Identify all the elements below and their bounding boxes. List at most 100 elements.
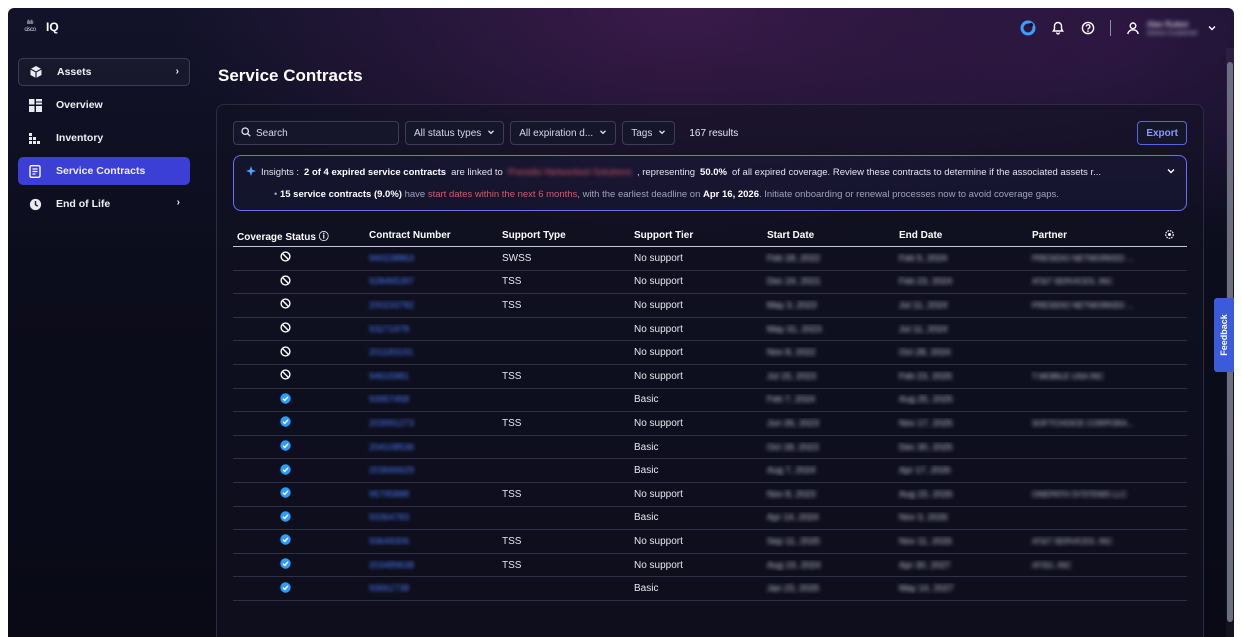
- support-tier-cell: No support: [634, 323, 683, 335]
- partner-name: SOFTCHOICE CORPORA...: [1032, 418, 1134, 428]
- contract-number-link[interactable]: 203489638: [369, 560, 414, 570]
- chevron-down-icon[interactable]: [1204, 20, 1220, 36]
- logo[interactable]: ılıılı cisco IQ: [20, 20, 59, 34]
- table-row[interactable]: 200233782 TSS No support May 3, 2023 Jul 11,…: [233, 294, 1187, 318]
- support-tier-cell: Basic: [634, 512, 659, 524]
- table-row[interactable]: 203489638 TSS No support Aug 19, 2024 Apr 30…: [233, 554, 1187, 578]
- table-row[interactable]: 203991273 TSS No support Jun 26, 2023 Nov 17…: [233, 412, 1187, 436]
- contract-number-link[interactable]: 93957458: [369, 394, 409, 404]
- tags-filter[interactable]: Tags: [622, 121, 676, 145]
- table-row[interactable]: 201183191 No support Nov 8, 2022 Oct 28, 20…: [233, 341, 1187, 365]
- contract-number-link[interactable]: 940238863: [369, 253, 414, 263]
- column-header-coverage-status[interactable]: Coverage Status ⓘ: [233, 228, 365, 243]
- no-coverage-icon: [279, 251, 291, 265]
- contract-number-cell: 204108536: [365, 442, 498, 453]
- column-header-end-date[interactable]: End Date: [895, 230, 1028, 241]
- start-date-cell: Sep 11, 2025: [763, 536, 895, 547]
- column-header-partner[interactable]: Partner: [1028, 230, 1160, 241]
- table-row[interactable]: 95795888 TSS No support Nov 8, 2023 Aug 15, …: [233, 483, 1187, 507]
- contract-number-link[interactable]: 93271978: [369, 324, 409, 334]
- contract-number-link[interactable]: 201183191: [369, 347, 413, 357]
- contract-number-link[interactable]: 95795888: [369, 489, 409, 499]
- table-row[interactable]: 93364783 Basic Apr 14, 2024 Nov 3, 2026: [233, 507, 1187, 531]
- start-date-cell: Nov 8, 2022: [763, 347, 895, 358]
- app-name: IQ: [46, 20, 59, 34]
- table-row[interactable]: 203666629 Basic Aug 7, 2024 Apr 17, 2026: [233, 459, 1187, 483]
- support-tier-cell: No support: [634, 347, 683, 359]
- contract-number-link[interactable]: 204108536: [369, 442, 414, 452]
- results-count: 167 results: [689, 127, 739, 139]
- user-icon: [1125, 20, 1141, 36]
- contract-number-link[interactable]: 93364783: [369, 512, 409, 522]
- check-circle-icon: [279, 440, 291, 454]
- contract-number-link[interactable]: 928465397: [369, 276, 414, 286]
- table-row[interactable]: 940238863 SWSS No support Feb 18, 2022 Feb 5…: [233, 247, 1187, 271]
- user-info: Alan Rubior Demo Customer: [1147, 20, 1198, 37]
- feedback-tab[interactable]: Feedback: [1214, 298, 1234, 372]
- table-row[interactable]: 928465397 TSS No support Dec 24, 2021 Feb 23…: [233, 271, 1187, 295]
- end-date: Nov 17, 2025: [899, 417, 953, 428]
- column-header-support-type[interactable]: Support Type: [498, 230, 630, 241]
- bell-icon[interactable]: [1050, 20, 1066, 36]
- expiration-filter[interactable]: All expiration d...: [510, 121, 617, 145]
- end-date: Jul 11, 2024: [899, 323, 948, 334]
- sidebar-item-overview[interactable]: Overview: [18, 91, 190, 119]
- table-row[interactable]: 93271978 No support May 31, 2023 Jul 11, 20…: [233, 318, 1187, 342]
- coverage-status-cell: [233, 298, 365, 312]
- table-row[interactable]: 94615981 TSS No support Jul 15, 2023 Feb 23,…: [233, 365, 1187, 389]
- help-icon[interactable]: [1080, 20, 1096, 36]
- end-date-cell: Apr 30, 2027: [895, 560, 1028, 571]
- support-tier-cell: Basic: [634, 465, 659, 477]
- insight-partner-link[interactable]: Presidio Networked Solutions: [508, 167, 632, 178]
- insight-highlight: start dates within the next 6 months: [427, 189, 578, 200]
- contract-number-link[interactable]: 93649306: [369, 536, 409, 546]
- contract-number-link[interactable]: 93661738: [369, 583, 409, 593]
- table-row[interactable]: 93957458 Basic Feb 7, 2024 Aug 25, 2025: [233, 389, 1187, 413]
- partner-cell: ATSG, INC: [1028, 560, 1160, 571]
- table-row[interactable]: 93661738 Basic Jan 23, 2025 May 14, 2027: [233, 577, 1187, 601]
- chevron-down-icon: [599, 128, 607, 139]
- contract-number-cell: 940238863: [365, 253, 498, 264]
- info-icon[interactable]: ⓘ: [319, 232, 329, 243]
- column-header-support-tier[interactable]: Support Tier: [630, 230, 763, 241]
- end-date: Jul 11, 2024: [899, 299, 948, 310]
- tags-filter-label: Tags: [631, 127, 653, 139]
- contract-number-link[interactable]: 203666629: [369, 465, 414, 475]
- contract-number-link[interactable]: 203991273: [369, 418, 414, 428]
- check-circle-icon: [279, 487, 291, 501]
- sidebar-item-end-of-life[interactable]: End of Life ›: [18, 190, 190, 218]
- table-row[interactable]: 204108536 Basic Oct 18, 2023 Dec 30, 2025: [233, 436, 1187, 460]
- check-circle-icon: [279, 534, 291, 548]
- search-input[interactable]: [256, 127, 391, 139]
- start-date: Aug 19, 2024: [767, 559, 821, 570]
- contract-number-link[interactable]: 94615981: [369, 371, 409, 381]
- sidebar-item-assets[interactable]: Assets ›: [18, 58, 190, 86]
- end-date: Feb 5, 2024: [899, 252, 948, 263]
- chevron-down-icon[interactable]: [1166, 166, 1176, 179]
- column-settings-icon[interactable]: [1160, 229, 1187, 243]
- end-date-cell: Oct 28, 2024: [895, 347, 1028, 358]
- partner-name: ATSG, INC: [1032, 560, 1072, 570]
- support-tier-cell: No support: [634, 252, 683, 264]
- contract-number-link[interactable]: 200233782: [369, 300, 414, 310]
- start-date-cell: Aug 19, 2024: [763, 560, 895, 571]
- start-date-cell: Jul 15, 2023: [763, 371, 895, 382]
- sidebar-item-inventory[interactable]: Inventory: [18, 124, 190, 152]
- table-row[interactable]: 93649306 TSS No support Sep 11, 2025 Nov 11,…: [233, 530, 1187, 554]
- insight-bullet-count: 15 service contracts (9.0%): [279, 189, 402, 200]
- topbar-divider: [1110, 20, 1112, 36]
- support-type-cell: TSS: [502, 417, 522, 429]
- sidebar-item-service-contracts[interactable]: Service Contracts: [18, 157, 190, 185]
- column-header-start-date[interactable]: Start Date: [763, 230, 895, 241]
- start-date: May 31, 2023: [767, 323, 822, 334]
- search-box[interactable]: [233, 121, 399, 145]
- export-button[interactable]: Export: [1137, 121, 1187, 145]
- assistant-icon[interactable]: [1020, 20, 1036, 36]
- column-header-contract-number[interactable]: Contract Number: [365, 230, 498, 241]
- contract-number-cell: 93649306: [365, 536, 498, 547]
- status-filter[interactable]: All status types: [405, 121, 505, 145]
- user-menu[interactable]: Alan Rubior Demo Customer: [1125, 20, 1220, 37]
- end-date: Nov 3, 2026: [899, 512, 948, 523]
- sidebar-item-label: Overview: [56, 99, 103, 111]
- contract-number-cell: 93957458: [365, 394, 498, 405]
